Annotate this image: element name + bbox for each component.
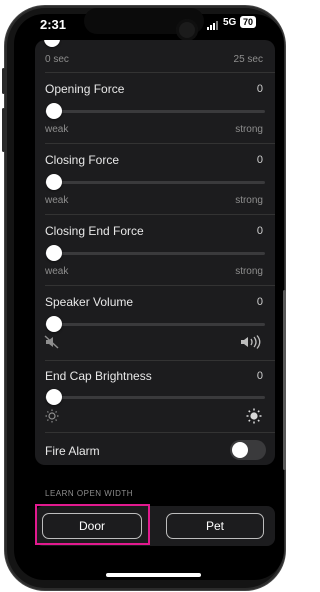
end-cap-brightness-title: End Cap Brightness (45, 369, 152, 383)
closing-force-max-label: strong (235, 195, 263, 206)
fire-alarm-label: Fire Alarm (45, 444, 100, 458)
opening-force-value: 0 (256, 83, 263, 95)
speaker-volume-title: Speaker Volume (45, 295, 134, 309)
closing-end-force-max-label: strong (235, 266, 263, 277)
camera-lens (176, 19, 198, 41)
end-cap-brightness-value: 0 (256, 370, 263, 382)
sun-bright-icon (246, 408, 262, 424)
opening-force-min-label: weak (45, 124, 69, 135)
slider-max-label: 25 sec (233, 54, 263, 65)
status-time: 2:31 (40, 17, 67, 32)
opening-force-slider[interactable] (45, 110, 265, 113)
pet-button[interactable]: Pet (166, 513, 264, 539)
divider (45, 143, 275, 144)
closing-force-thumb[interactable] (46, 174, 62, 190)
closing-end-force-slider[interactable] (45, 252, 265, 255)
divider (45, 432, 275, 433)
door-highlight-box (35, 504, 150, 545)
scrollbar[interactable] (283, 290, 286, 470)
signal-icon (207, 21, 218, 30)
slider-min-label: 0 sec (45, 54, 69, 65)
end-cap-brightness-slider[interactable] (45, 396, 265, 399)
sun-dim-icon (45, 409, 59, 423)
closing-force-slider[interactable] (45, 181, 265, 184)
end-cap-brightness-thumb[interactable] (46, 389, 62, 405)
closing-end-force-value: 0 (256, 225, 263, 237)
speaker-muted-icon (44, 335, 59, 349)
divider (45, 285, 275, 286)
closing-end-force-min-label: weak (45, 266, 69, 277)
speaker-volume-thumb[interactable] (46, 316, 62, 332)
closing-end-force-thumb[interactable] (46, 245, 62, 261)
divider (45, 214, 275, 215)
closing-force-value: 0 (256, 154, 263, 166)
speaker-volume-value: 0 (256, 296, 263, 308)
toggle-knob (232, 442, 248, 458)
closing-force-title: Closing Force (45, 153, 120, 167)
battery-icon: 70 (240, 16, 257, 28)
divider (45, 72, 275, 73)
speaker-volume-slider[interactable] (45, 323, 265, 326)
speaker-loud-icon (241, 335, 261, 349)
closing-end-force-title: Closing End Force (45, 224, 144, 238)
home-indicator[interactable] (106, 573, 201, 577)
settings-card: 0 sec 25 sec Opening Force 0 weak strong… (35, 40, 275, 465)
network-label: 5G (223, 17, 237, 28)
divider (45, 360, 275, 361)
learn-open-width-label: LEARN OPEN WIDTH (45, 489, 134, 498)
slider-thumb[interactable] (44, 40, 60, 47)
opening-force-thumb[interactable] (46, 103, 62, 119)
side-button (2, 68, 5, 94)
opening-force-max-label: strong (235, 124, 263, 135)
side-button (2, 108, 5, 152)
fire-alarm-toggle[interactable] (230, 440, 266, 460)
closing-force-min-label: weak (45, 195, 69, 206)
opening-force-title: Opening Force (45, 82, 125, 96)
